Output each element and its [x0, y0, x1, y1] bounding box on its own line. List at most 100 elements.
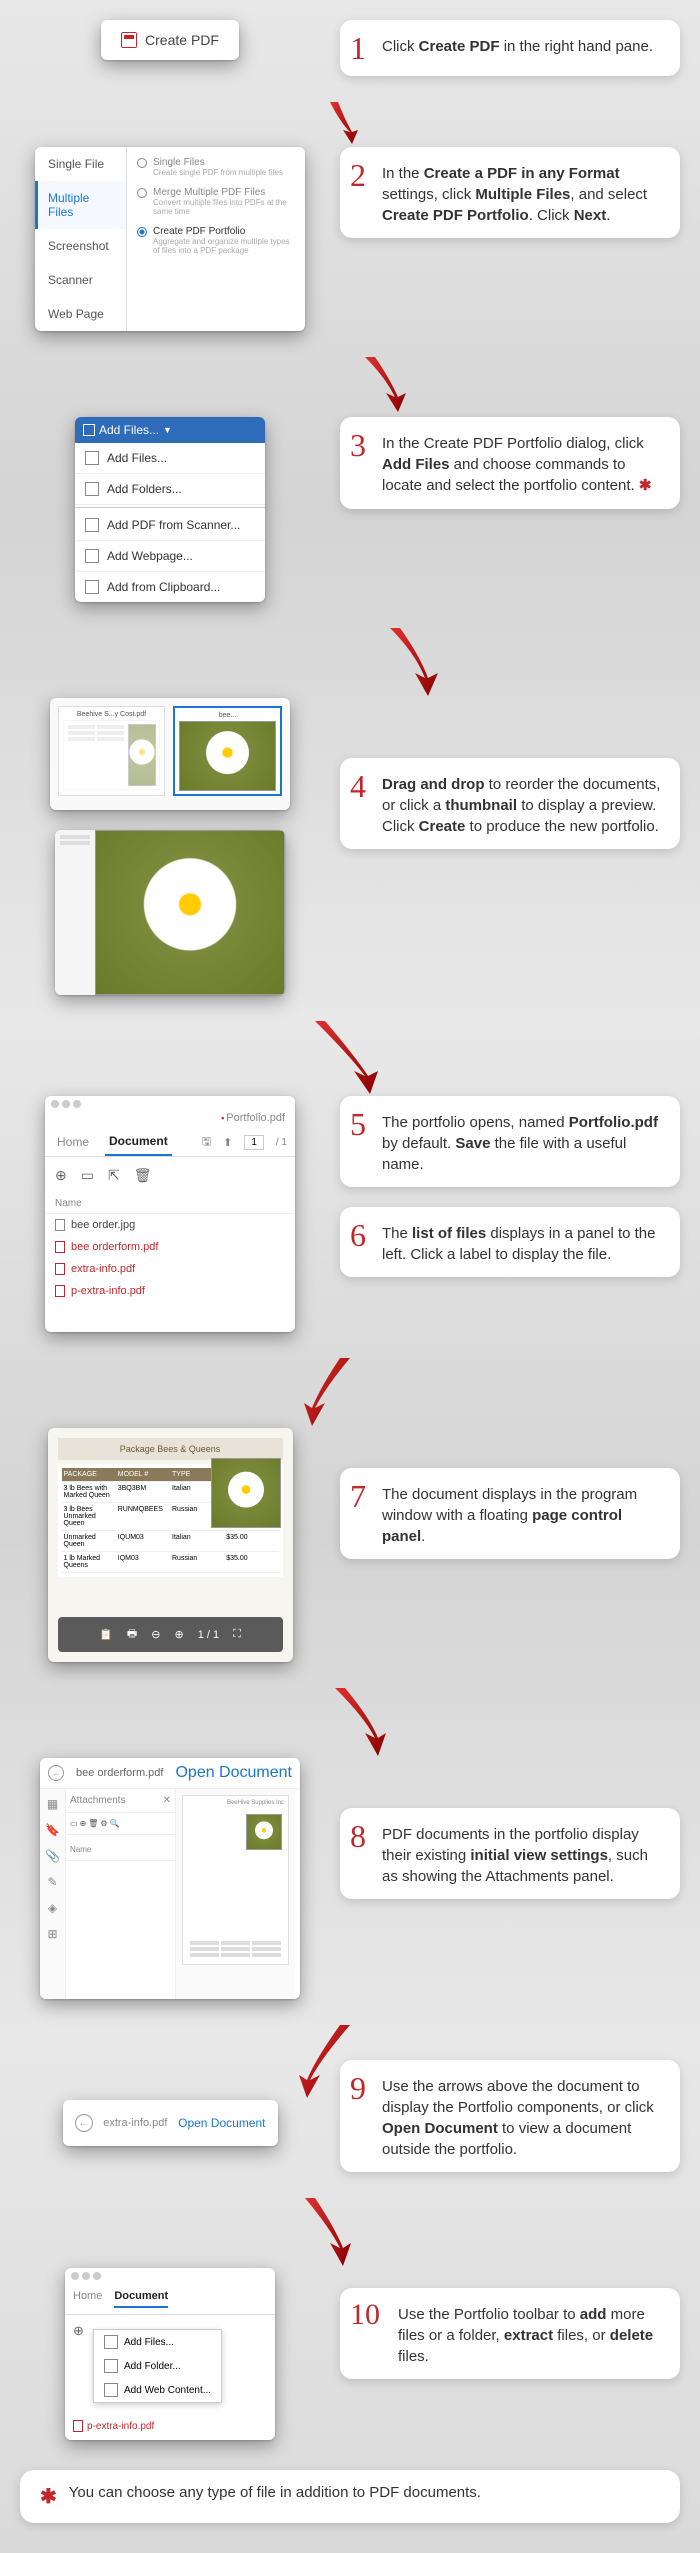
radio-icon-selected: [137, 227, 147, 237]
step-number: 1: [350, 32, 374, 64]
tab-scanner[interactable]: Scanner: [35, 263, 126, 297]
window-controls[interactable]: [45, 1096, 295, 1112]
step-text: The document displays in the program win…: [382, 1480, 664, 1547]
page-input[interactable]: 1: [244, 1135, 264, 1150]
extract-icon[interactable]: ⇱: [108, 1167, 120, 1184]
back-arrow-icon[interactable]: ←: [75, 2114, 93, 2132]
footnote-text: You can choose any type of file in addit…: [69, 2484, 481, 2509]
image-icon: [55, 1219, 65, 1231]
step-9-card: 9 Use the arrows above the document to d…: [340, 2060, 680, 2172]
page-indicator: 1 / 1: [198, 1629, 219, 1641]
save-icon[interactable]: 🖫: [202, 1133, 211, 1152]
doc-title-bar: Package Bees & Queens: [58, 1438, 283, 1460]
folder-icon[interactable]: ▭: [81, 1167, 94, 1184]
share-icon[interactable]: ⬆: [223, 1136, 232, 1149]
file-icon: [104, 2335, 118, 2349]
step-text: In the Create PDF Portfolio dialog, clic…: [382, 429, 664, 497]
add-files-menu: Add Files...▼ Add Files... Add Folders..…: [75, 417, 265, 602]
step-text: Click Create PDF in the right hand pane.: [382, 32, 653, 57]
tool-icon[interactable]: ⊕: [80, 1819, 87, 1828]
step-text: In the Create a PDF in any Format settin…: [382, 159, 664, 226]
menu-add-web-content[interactable]: Add Web Content...: [94, 2378, 221, 2402]
step-number: 2: [350, 159, 374, 191]
document-view-panel: Package Bees & Queens PACKAGEMODEL #TYPE…: [48, 1428, 293, 1662]
step-number: 8: [350, 1820, 374, 1852]
open-document-link[interactable]: Open Document: [178, 2116, 265, 2130]
step-text: The portfolio opens, named Portfolio.pdf…: [382, 1108, 664, 1175]
list-item[interactable]: bee orderform.pdf: [45, 1236, 295, 1258]
close-icon[interactable]: ✕: [163, 1795, 171, 1806]
step-4-card: 4 Drag and drop to reorder the documents…: [340, 758, 680, 849]
print-icon[interactable]: 🖶: [127, 1625, 137, 1644]
bookmark-icon[interactable]: 🔖: [45, 1823, 60, 1837]
add-file-icon[interactable]: ⊕: [73, 2323, 84, 2339]
menu-add-scanner[interactable]: Add PDF from Scanner...: [75, 510, 265, 541]
delete-icon[interactable]: 🗑: [134, 1167, 152, 1184]
arrow-icon: [200, 102, 500, 147]
open-document-link[interactable]: Open Document: [175, 1764, 292, 1782]
menu-add-files[interactable]: Add Files...: [94, 2330, 221, 2354]
tab-home[interactable]: Home: [73, 2290, 102, 2308]
breadcrumb: bee orderform.pdf: [76, 1767, 163, 1779]
tool-icon[interactable]: ▭: [70, 1819, 78, 1828]
tool-icon[interactable]: 🗑: [88, 1819, 98, 1828]
menu-add-files[interactable]: Add Files...: [75, 443, 265, 474]
radio-merge-multiple[interactable]: Merge Multiple PDF FilesConvert multiple…: [137, 187, 295, 216]
thumbnails-icon[interactable]: ▦: [47, 1797, 58, 1811]
radio-single-files[interactable]: Single FilesCreate single PDF from multi…: [137, 157, 295, 177]
list-item[interactable]: bee order.jpg: [45, 1214, 295, 1236]
expand-icon[interactable]: ⛶: [233, 1628, 241, 1641]
tab-document[interactable]: Document: [114, 2290, 168, 2308]
arrow-icon: [200, 1358, 500, 1428]
menu-add-folders[interactable]: Add Folders...: [75, 474, 265, 505]
tool-icon[interactable]: 🔍: [110, 1819, 120, 1828]
add-files-dropdown-button[interactable]: Add Files...▼: [75, 417, 265, 443]
step-number: 7: [350, 1480, 374, 1512]
tags-icon[interactable]: ⊞: [47, 1927, 57, 1941]
clipboard-icon[interactable]: 📋: [99, 1628, 113, 1641]
thumbnail-item-selected[interactable]: bee...: [173, 706, 282, 796]
tab-multiple-files[interactable]: Multiple Files: [35, 181, 126, 229]
tool-sidebar: ▦ 🔖 📎 ✎ ◈ ⊞: [40, 1789, 66, 1999]
window-controls[interactable]: [65, 2268, 275, 2284]
preview-image: [95, 830, 285, 995]
add-dropdown-menu: Add Files... Add Folder... Add Web Conte…: [93, 2329, 222, 2403]
list-header-name: Name: [45, 1194, 295, 1214]
pdf-icon: [121, 32, 137, 48]
window-title: ▪Portfolio.pdf: [45, 1112, 295, 1128]
signature-icon[interactable]: ✎: [47, 1875, 57, 1889]
doc-image: [246, 1814, 282, 1850]
back-arrow-icon[interactable]: ←: [48, 1765, 64, 1781]
pdf-icon: [55, 1241, 65, 1253]
arrow-icon: [200, 357, 500, 417]
step-number: 4: [350, 770, 374, 802]
zoom-out-icon[interactable]: ⊖: [151, 1628, 160, 1641]
layers-icon[interactable]: ◈: [48, 1901, 57, 1915]
create-pdf-label: Create PDF: [145, 32, 219, 48]
tab-web-page[interactable]: Web Page: [35, 297, 126, 331]
page-total: / 1: [276, 1137, 287, 1148]
asterisk-icon: ✱: [40, 2484, 57, 2509]
tool-icon[interactable]: ⚙: [100, 1819, 107, 1828]
menu-add-folder[interactable]: Add Folder...: [94, 2354, 221, 2378]
zoom-in-icon[interactable]: ⊕: [174, 1628, 183, 1641]
page-control-panel[interactable]: 📋 🖶 ⊖ ⊕ 1 / 1 ⛶: [58, 1617, 283, 1652]
attachment-icon[interactable]: 📎: [45, 1849, 60, 1863]
tab-document[interactable]: Document: [105, 1128, 172, 1156]
globe-icon: [85, 549, 99, 563]
list-item[interactable]: p-extra-info.pdf: [45, 1280, 295, 1302]
tab-single-file[interactable]: Single File: [35, 147, 126, 181]
step-1-card: 1 Click Create PDF in the right hand pan…: [340, 20, 680, 76]
add-file-icon[interactable]: ⊕: [55, 1167, 67, 1184]
list-item[interactable]: p-extra-info.pdf: [73, 2420, 154, 2432]
tab-home[interactable]: Home: [53, 1129, 93, 1155]
pdf-icon: [55, 1263, 65, 1275]
thumbnail-item[interactable]: Beehive S...y Cost.pdf: [58, 706, 165, 796]
create-pdf-button[interactable]: Create PDF: [101, 20, 239, 60]
list-item[interactable]: extra-info.pdf: [45, 1258, 295, 1280]
tab-screenshot[interactable]: Screenshot: [35, 229, 126, 263]
radio-create-portfolio[interactable]: Create PDF PortfolioAggregate and organi…: [137, 226, 295, 255]
menu-add-webpage[interactable]: Add Webpage...: [75, 541, 265, 572]
portfolio-window: ▪Portfolio.pdf Home Document 🖫 ⬆ 1 / 1 ⊕…: [45, 1096, 295, 1332]
menu-add-clipboard[interactable]: Add from Clipboard...: [75, 572, 265, 602]
